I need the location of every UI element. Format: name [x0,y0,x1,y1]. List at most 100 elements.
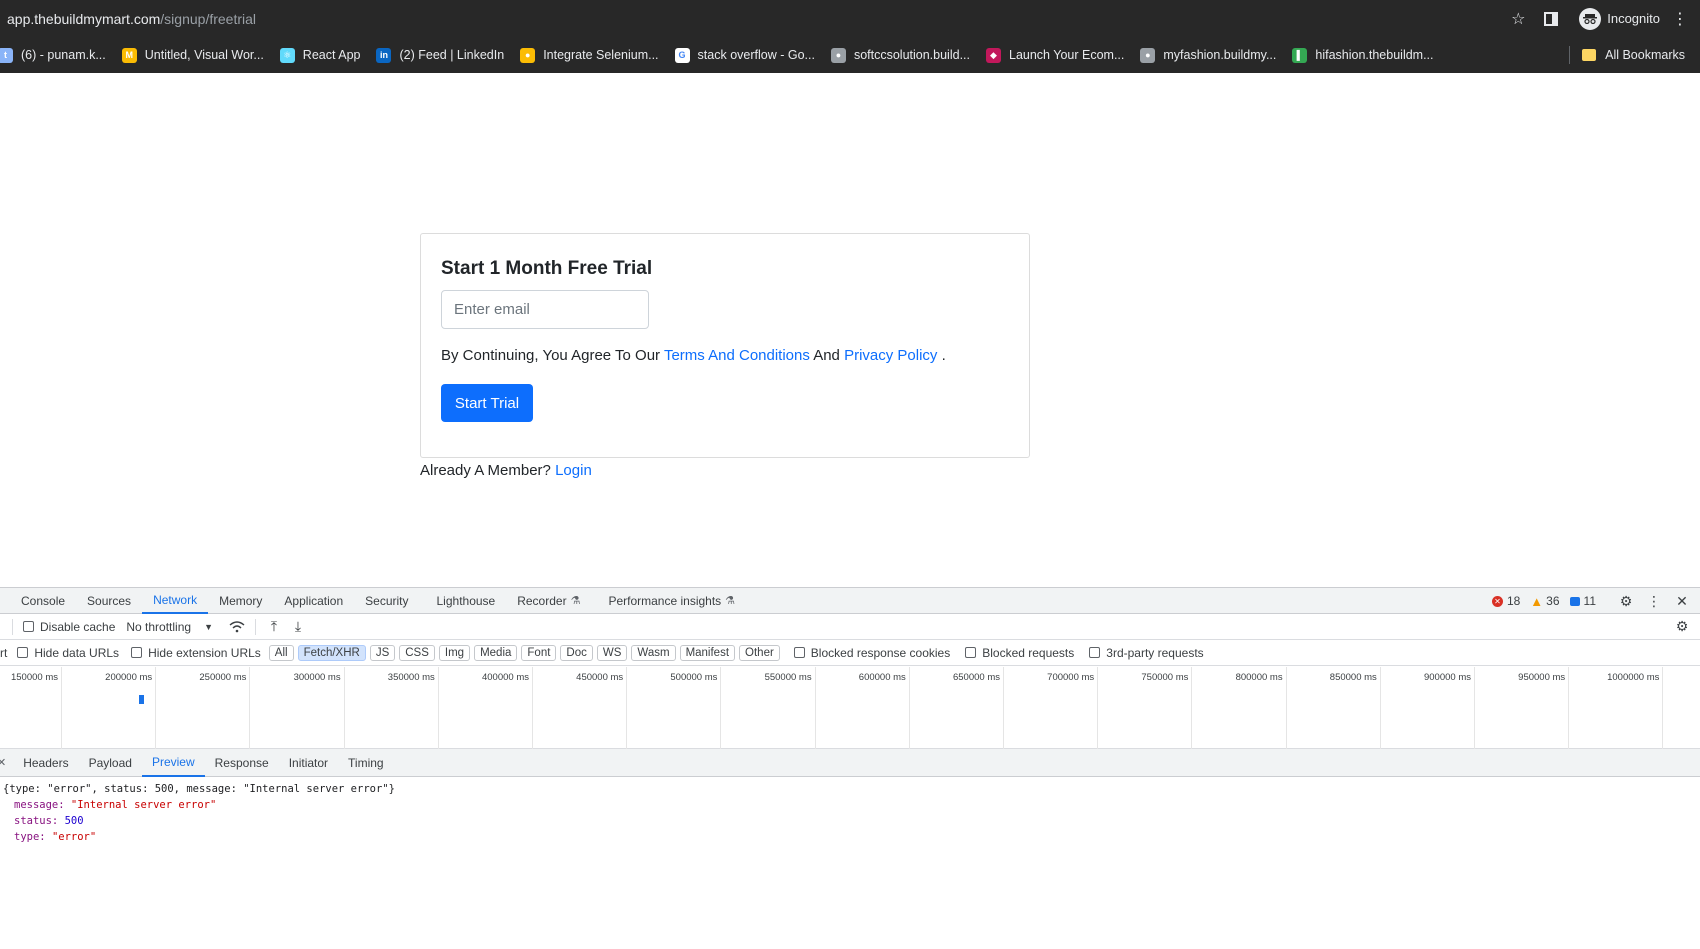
filter-chip-js[interactable]: JS [369,644,396,661]
email-input[interactable] [441,290,649,329]
tab-label: Application [284,593,344,608]
terms-agreement-text: By Continuing, You Agree To Our Terms An… [441,347,946,364]
privacy-link[interactable]: Privacy Policy [844,347,937,364]
bookmark-star-icon[interactable]: ☆ [1503,9,1533,29]
warning-icon: ▲ [1530,593,1544,609]
disable-cache-checkbox[interactable] [23,621,34,632]
bookmark-favicon-icon: ● [520,47,536,63]
import-har-icon[interactable]: ⤒ [262,618,286,635]
bookmark-item[interactable]: t (6) - punam.k... [0,47,106,63]
network-conditions-icon[interactable] [225,620,249,633]
filter-chip-doc[interactable]: Doc [560,644,593,661]
tab-network[interactable]: Network [142,588,209,614]
bookmark-item[interactable]: in (2) Feed | LinkedIn [376,47,504,63]
incognito-profile[interactable]: Incognito [1579,7,1660,30]
disable-cache-toggle[interactable]: Disable cache [23,620,115,634]
terms-link[interactable]: Terms And Conditions [664,347,810,364]
network-settings-gear-icon[interactable]: ⚙ [1670,618,1694,635]
bookmark-label: React App [302,48,361,62]
bookmark-item[interactable]: ● Integrate Selenium... [520,47,659,63]
bookmark-favicon-icon: M [121,47,137,63]
preview-summary[interactable]: {type: "error", status: 500, message: "I… [3,781,395,797]
detail-tab-payload[interactable]: Payload [79,749,142,777]
third-party-label: 3rd-party requests [1106,645,1204,660]
chevron-down-icon: ▼ [204,621,213,632]
warning-count: 36 [1546,594,1560,608]
tab-lighthouse[interactable]: Lighthouse [426,588,507,614]
bookmark-label: Integrate Selenium... [543,48,659,62]
throttling-select[interactable]: No throttling ▼ [126,620,213,634]
tab-sources[interactable]: Sources [76,588,142,614]
blocked-cookies-toggle[interactable]: Blocked response cookies [793,645,951,660]
filter-chip-manifest[interactable]: Manifest [679,644,736,661]
tab-performance-insights[interactable]: Performance insights ⚗ [597,588,746,614]
login-link[interactable]: Login [555,462,592,479]
disable-cache-label: Disable cache [40,619,116,634]
settings-gear-icon[interactable]: ⚙ [1614,593,1638,610]
network-overview-timeline[interactable]: 150000 ms 200000 ms 250000 ms 300000 ms 3500… [0,667,1700,749]
bookmark-item[interactable]: ⚛ React App [279,47,361,63]
message-value: "Internal server error" [70,799,217,811]
tab-recorder[interactable]: Recorder ⚗ [506,588,591,614]
tab-label: Sources [87,593,132,608]
filter-chip-media[interactable]: Media [474,644,518,661]
bookmark-item[interactable]: ▌ hifashion.thebuildm... [1292,47,1434,63]
bookmark-item[interactable]: M Untitled, Visual Wor... [121,47,264,63]
filter-chip-fetch-xhr[interactable]: Fetch/XHR [297,644,366,661]
devtools-menu-icon[interactable]: ⋮ [1642,593,1666,610]
blocked-requests-checkbox[interactable] [965,647,977,658]
bookmark-item[interactable]: ◆ Launch Your Ecom... [986,47,1124,63]
blocked-cookies-label: Blocked response cookies [810,645,951,660]
hide-data-urls-checkbox[interactable] [17,647,29,658]
network-toolbar: Disable cache No throttling ▼ ⤒ ⤓ ⚙ [0,614,1700,640]
detail-tab-response[interactable]: Response [205,749,279,777]
filter-chip-img[interactable]: Img [438,644,471,661]
free-trial-card: Start 1 Month Free Trial By Continuing, … [420,233,1030,458]
bookmark-item[interactable]: ● softccsolution.build... [830,47,970,63]
timeline-tick: 1000000 ms [0,667,1664,749]
detail-tab-preview[interactable]: Preview [141,749,205,777]
devtools-panel: Console Sources Network Memory Application Se… [0,587,1700,949]
error-icon: ✕ [1491,595,1503,607]
bookmark-item[interactable]: Gstack overflow - Go... [674,47,815,63]
close-devtools-icon[interactable]: ✕ [1670,593,1694,610]
bookmark-favicon-icon: ▌ [1292,47,1308,63]
tab-console[interactable]: Console [10,588,76,614]
third-party-toggle[interactable]: 3rd-party requests [1089,645,1204,660]
filter-chip-ws[interactable]: WS [596,644,628,661]
bookmarks-bar: t (6) - punam.k... M Untitled, Visual Wor..… [0,37,1700,73]
export-har-icon[interactable]: ⤓ [286,618,310,635]
filter-chip-other[interactable]: Other [739,644,780,661]
devtools-controls: ✕ 18 ▲ 36 11 ⚙ ⋮ ✕ [1491,588,1700,614]
blocked-cookies-checkbox[interactable] [793,647,805,658]
error-count: 18 [1506,594,1521,608]
hide-data-urls-toggle[interactable]: Hide data URLs [17,646,119,660]
tab-application[interactable]: Application [273,588,354,614]
filter-chip-css[interactable]: CSS [399,644,435,661]
agree-prefix: By Continuing, You Agree To Our [441,347,661,364]
tab-security[interactable]: Security [354,588,419,614]
third-party-checkbox[interactable] [1089,647,1101,658]
warning-counter[interactable]: ▲ 36 [1530,594,1559,609]
filter-chip-all[interactable]: All [268,644,294,661]
hide-extension-urls-toggle[interactable]: Hide extension URLs [131,646,261,660]
detail-tab-initiator[interactable]: Initiator [279,749,338,777]
side-panel-icon[interactable] [1533,11,1569,26]
filter-chip-wasm[interactable]: Wasm [631,644,676,661]
preview-status-row: status: 500 [3,813,395,829]
close-detail-icon[interactable]: ✕ [0,756,6,769]
tab-memory[interactable]: Memory [208,588,273,614]
detail-tab-timing[interactable]: Timing [338,749,394,777]
detail-tab-headers[interactable]: Headers [13,749,78,777]
hide-extension-urls-checkbox[interactable] [131,647,143,658]
toolbar-separator-2 [255,618,256,635]
start-trial-button[interactable]: Start Trial [441,384,533,422]
filter-chip-font[interactable]: Font [521,644,557,661]
info-counter[interactable]: 11 [1569,594,1596,608]
bookmark-item[interactable]: ● myfashion.buildmy... [1140,47,1276,63]
menu-kebab-icon[interactable]: ⋮ [1660,9,1700,29]
blocked-requests-toggle[interactable]: Blocked requests [965,646,1074,660]
all-bookmarks-button[interactable]: All Bookmarks [1569,37,1685,73]
error-counter[interactable]: ✕ 18 [1491,594,1521,608]
url-field[interactable]: app.thebuildmymart.com/signup/freetrial [7,11,256,27]
